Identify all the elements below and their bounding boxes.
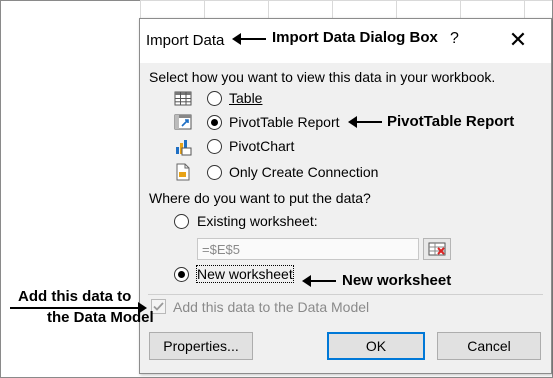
range-picker-button[interactable] <box>423 238 451 260</box>
option-connection-label[interactable]: Only Create Connection <box>229 164 378 180</box>
import-data-dialog: Import Data ? ✕ Select how you want to v… <box>139 18 552 374</box>
radio-table[interactable] <box>207 91 222 106</box>
radio-pivotchart[interactable] <box>207 139 222 154</box>
annotation-data-model-line1: Add this data to <box>18 288 132 305</box>
put-prompt: Where do you want to put the data? <box>149 190 371 206</box>
check-icon <box>153 302 164 311</box>
pivotchart-icon <box>176 140 192 156</box>
range-reference-input[interactable]: =$E$5 <box>197 238 419 260</box>
radio-existing-worksheet[interactable] <box>174 214 189 229</box>
arrow-new-worksheet-line <box>310 280 336 282</box>
dialog-title: Import Data <box>146 32 225 49</box>
radio-new-worksheet[interactable] <box>174 267 189 282</box>
ok-button[interactable]: OK <box>327 332 425 360</box>
annotation-pivottable: PivotTable Report <box>387 113 515 130</box>
option-pivotchart-label[interactable]: PivotChart <box>229 138 294 154</box>
pivottable-icon <box>174 114 192 130</box>
view-prompt: Select how you want to view this data in… <box>149 69 496 85</box>
properties-button[interactable]: Properties... <box>149 332 253 360</box>
existing-worksheet-label[interactable]: Existing worksheet: <box>197 213 318 229</box>
arrow-dialog-box-line <box>240 38 266 40</box>
arrow-data-model-icon <box>138 302 147 314</box>
close-button[interactable]: ✕ <box>503 25 533 55</box>
arrow-pivottable-line <box>356 121 382 123</box>
arrow-data-model-line <box>10 307 140 309</box>
help-button[interactable]: ? <box>450 30 459 48</box>
new-worksheet-label[interactable]: New worksheet <box>196 265 294 283</box>
option-table-label[interactable]: Table <box>229 90 262 106</box>
radio-only-connection[interactable] <box>207 165 222 180</box>
separator <box>148 294 543 295</box>
cancel-button[interactable]: Cancel <box>437 332 541 360</box>
annotation-dialog-box: Import Data Dialog Box <box>272 29 438 46</box>
annotation-new-worksheet: New worksheet <box>342 272 452 289</box>
radio-pivottable[interactable] <box>207 115 222 130</box>
add-to-data-model-label: Add this data to the Data Model <box>173 299 370 315</box>
option-pivottable-label[interactable]: PivotTable Report <box>229 114 340 130</box>
table-icon <box>174 91 192 106</box>
connection-icon <box>176 163 190 181</box>
range-picker-icon <box>428 242 446 256</box>
range-reference-value: =$E$5 <box>202 242 240 257</box>
